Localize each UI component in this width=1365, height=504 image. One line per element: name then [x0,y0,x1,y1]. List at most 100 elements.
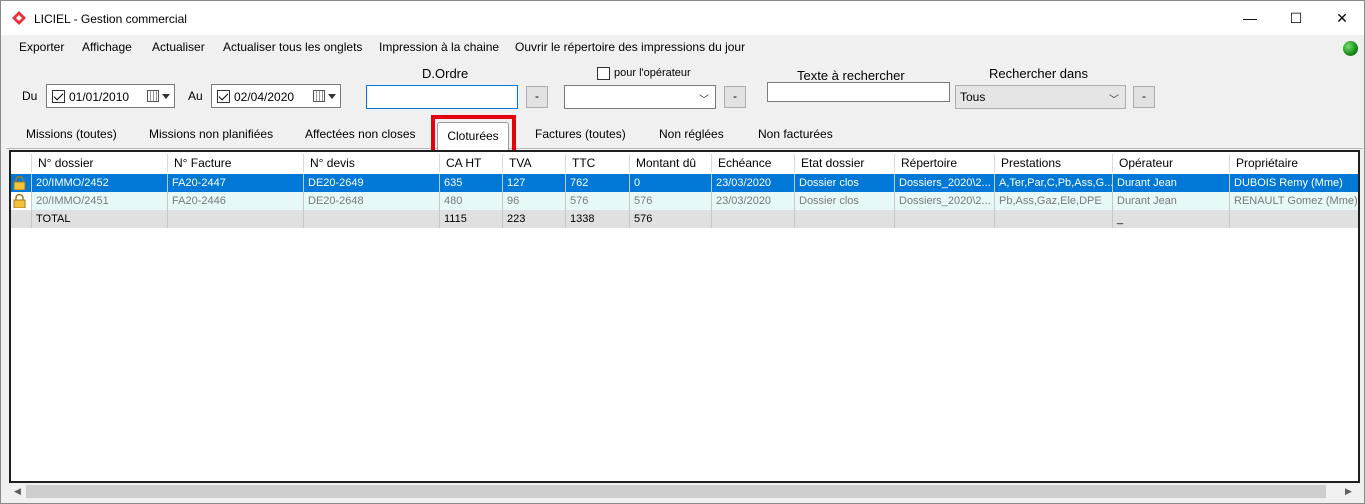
cell: FA20-2446 [168,192,304,210]
rechercher-clear-button[interactable]: - [1133,86,1155,108]
cell: 23/03/2020 [712,192,795,210]
total-row: TOTAL 1115 223 1338 576 _ [11,210,1358,228]
tab-missions-toutes[interactable]: Missions (toutes) [26,127,117,141]
date-from-picker[interactable]: 01/01/2010 [46,84,175,108]
tab-affectees-non-closes[interactable]: Affectées non closes [305,127,416,141]
rechercher-label: Rechercher dans [989,66,1088,81]
maximize-button[interactable]: ☐ [1273,1,1319,35]
table-row[interactable]: 20/IMMO/2451 FA20-2446 DE20-2648 480 96 … [11,192,1358,210]
cell [795,210,895,228]
date-to-picker[interactable]: 02/04/2020 [211,84,341,108]
cell: Dossiers_2020\2... [895,192,995,210]
cell [995,210,1113,228]
minimize-button[interactable]: — [1227,1,1273,35]
table-row[interactable]: 20/IMMO/2452 FA20-2447 DE20-2649 635 127… [11,174,1358,192]
chevron-down-icon: ﹀ [699,95,709,106]
total-label: TOTAL [32,210,168,228]
col-header[interactable]: TTC [566,154,630,172]
cell: A,Ter,Par,C,Pb,Ass,G... [995,174,1113,192]
cell: 96 [503,192,566,210]
window-title: LICIEL - Gestion commercial [34,12,187,26]
menu-actualiser-tous[interactable]: Actualiser tous les onglets [223,40,362,54]
horizontal-scrollbar[interactable]: ◀ ▶ [9,483,1360,500]
app-window: LICIEL - Gestion commercial — ☐ ✕ Export… [0,0,1365,504]
operateur-clear-button[interactable]: - [724,86,746,108]
cell [168,210,304,228]
cell [1230,210,1358,228]
chevron-down-icon[interactable] [162,94,170,99]
cell: 576 [630,192,712,210]
cell: 576 [566,192,630,210]
header-indicator [11,154,32,172]
dordre-label: D.Ordre [422,66,469,81]
cell: DE20-2649 [304,174,440,192]
cell: Pb,Ass,Gaz,Ele,DPE [995,192,1113,210]
app-logo-icon [12,11,26,25]
col-header[interactable]: Etat dossier [795,154,895,172]
cell [712,210,795,228]
chevron-down-icon: ﹀ [1109,95,1119,106]
rechercher-select[interactable]: Tous ﹀ [955,85,1126,109]
tab-non-facturees[interactable]: Non facturées [758,127,833,141]
title-bar: LICIEL - Gestion commercial — ☐ ✕ [1,1,1364,35]
dordre-clear-button[interactable]: - [526,86,548,108]
pour-operateur-checkbox[interactable] [597,67,610,80]
cell [304,210,440,228]
col-header[interactable]: TVA [503,154,566,172]
texte-label: Texte à rechercher [797,68,905,83]
cell: 127 [503,174,566,192]
cell: 1338 [566,210,630,228]
calendar-icon[interactable] [313,90,325,102]
scroll-right-icon[interactable]: ▶ [1345,486,1352,497]
operateur-select[interactable]: ﹀ [564,85,716,109]
tab-non-reglees[interactable]: Non réglées [659,127,724,141]
menu-ouvrir-repertoire[interactable]: Ouvrir le répertoire des impressions du … [515,40,745,54]
date-to-checkbox[interactable] [217,90,230,103]
col-header[interactable]: Opérateur [1113,154,1230,172]
cell: 23/03/2020 [712,174,795,192]
menu-exporter[interactable]: Exporter [19,40,64,54]
date-from-value: 01/01/2010 [69,90,130,104]
close-button[interactable]: ✕ [1319,1,1365,35]
cell: 20/IMMO/2451 [32,192,168,210]
date-from-checkbox[interactable] [52,90,65,103]
col-header[interactable]: CA HT [440,154,503,172]
rechercher-value: Tous [960,90,986,104]
pour-operateur-label: pour l'opérateur [614,67,691,79]
col-header[interactable]: Echéance [712,154,795,172]
du-label: Du [22,89,38,103]
cell [895,210,995,228]
row-indicator [11,192,32,210]
col-header[interactable]: N° Facture [168,154,304,172]
cell: 1115 [440,210,503,228]
grid-header: N° dossier N° Facture N° devis CA HT TVA… [11,154,1358,172]
menu-actualiser[interactable]: Actualiser [152,40,205,54]
row-indicator [11,210,32,228]
chevron-down-icon[interactable] [328,94,336,99]
col-header[interactable]: N° devis [304,154,440,172]
cell: 635 [440,174,503,192]
search-text-input[interactable] [767,82,950,102]
tab-factures-toutes[interactable]: Factures (toutes) [535,127,626,141]
cell: DE20-2648 [304,192,440,210]
col-header[interactable]: Répertoire [895,154,995,172]
col-header[interactable]: Propriétaire [1230,154,1358,172]
menu-impression-chaine[interactable]: Impression à la chaine [379,40,499,54]
tab-missions-non-planifiees[interactable]: Missions non planifiées [149,127,273,141]
menu-bar: Exporter Affichage Actualiser Actualiser… [1,35,1364,59]
date-to-value: 02/04/2020 [234,90,295,104]
col-header[interactable]: N° dossier [32,154,168,172]
cell: _ [1113,210,1230,228]
scroll-left-icon[interactable]: ◀ [14,486,21,497]
tab-strip: Missions (toutes) Missions non planifiée… [6,116,1363,149]
cell: DUBOIS Remy (Mme) [1234,177,1343,189]
menu-affichage[interactable]: Affichage [82,40,132,54]
col-header[interactable]: Montant dû [630,154,712,172]
data-grid[interactable]: N° dossier N° Facture N° devis CA HT TVA… [9,150,1360,483]
cell: 480 [440,192,503,210]
cell: Dossier clos [795,192,895,210]
scrollbar-thumb[interactable] [26,485,1326,498]
col-header[interactable]: Prestations [995,154,1113,172]
calendar-icon[interactable] [147,90,159,102]
dordre-input[interactable] [366,85,518,109]
